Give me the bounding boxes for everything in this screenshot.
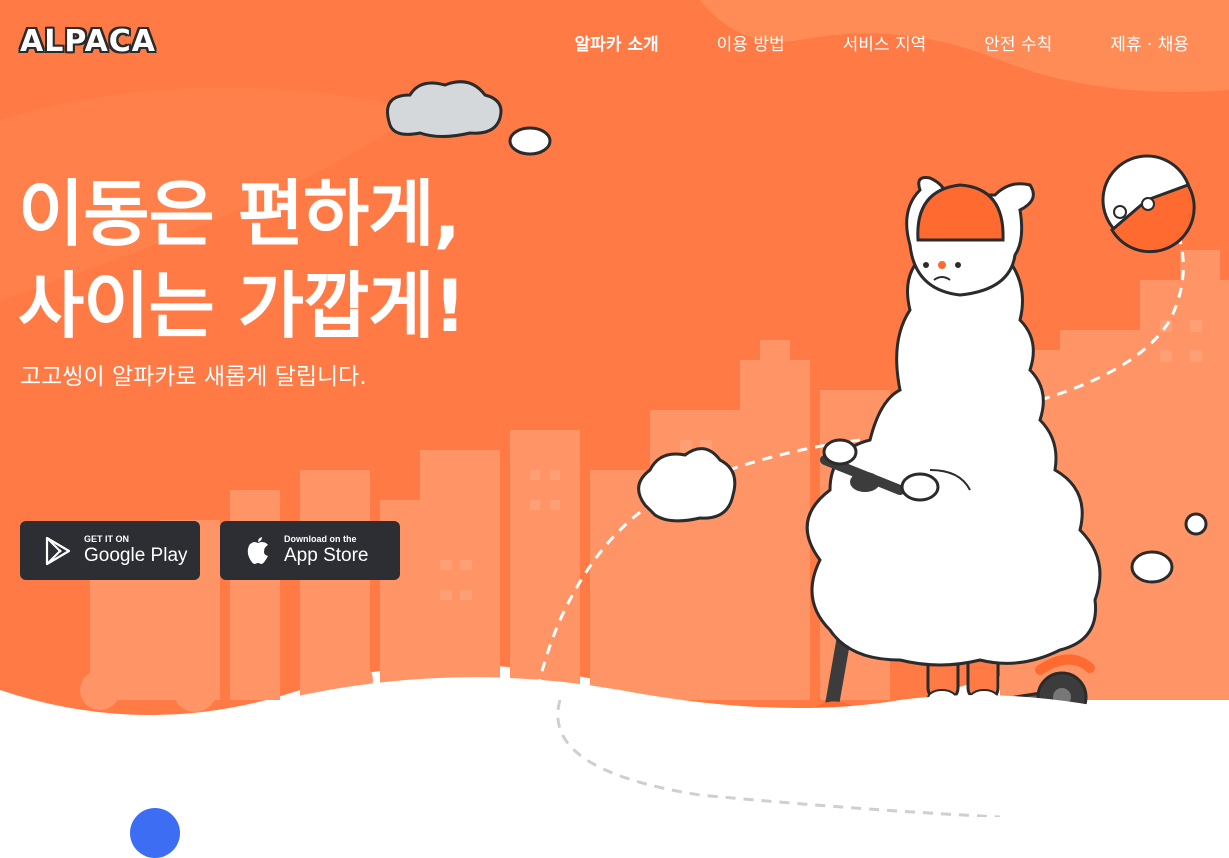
google-play-icon [45,536,71,565]
google-play-big-text: Google Play [84,545,188,566]
nav-item-about[interactable]: 알파카 소개 [575,30,659,55]
hero-illustration [0,0,1229,817]
headline-line-1: 이동은 편하게, [18,172,461,256]
app-store-big-text: App Store [284,545,369,566]
apple-icon [247,536,268,564]
mini-alpaca [1101,154,1196,254]
google-play-small-text: GET IT ON [84,534,129,544]
headline-line-2: 사이는 가깝게! [18,264,466,348]
nav-item-service-area[interactable]: 서비스 지역 [843,30,927,55]
app-store-small-text: Download on the [284,534,357,544]
hero-headline: 이동은 편하게, 사이는 가깝게! [18,168,466,352]
top-navigation: ALPACA 알파카 소개 이용 방법 서비스 지역 안전 수칙 제휴 · 채용 [0,0,1229,84]
google-play-button[interactable]: GET IT ON Google Play [20,521,200,580]
hero-subline: 고고씽이 알파카로 새롭게 달립니다. [20,364,367,390]
alpaca-logo[interactable]: ALPACA [20,24,156,59]
hero-section: ALPACA 알파카 소개 이용 방법 서비스 지역 안전 수칙 제휴 · 채용… [0,0,1229,858]
section-indicator-dot [130,808,180,858]
app-store-button[interactable]: Download on the App Store [220,521,400,580]
nav-item-partnership[interactable]: 제휴 · 채용 [1110,30,1189,55]
nav-item-how-to-use[interactable]: 이용 방법 [717,30,785,55]
main-menu: 알파카 소개 이용 방법 서비스 지역 안전 수칙 제휴 · 채용 [575,30,1189,55]
nav-item-safety[interactable]: 안전 수칙 [984,30,1052,55]
